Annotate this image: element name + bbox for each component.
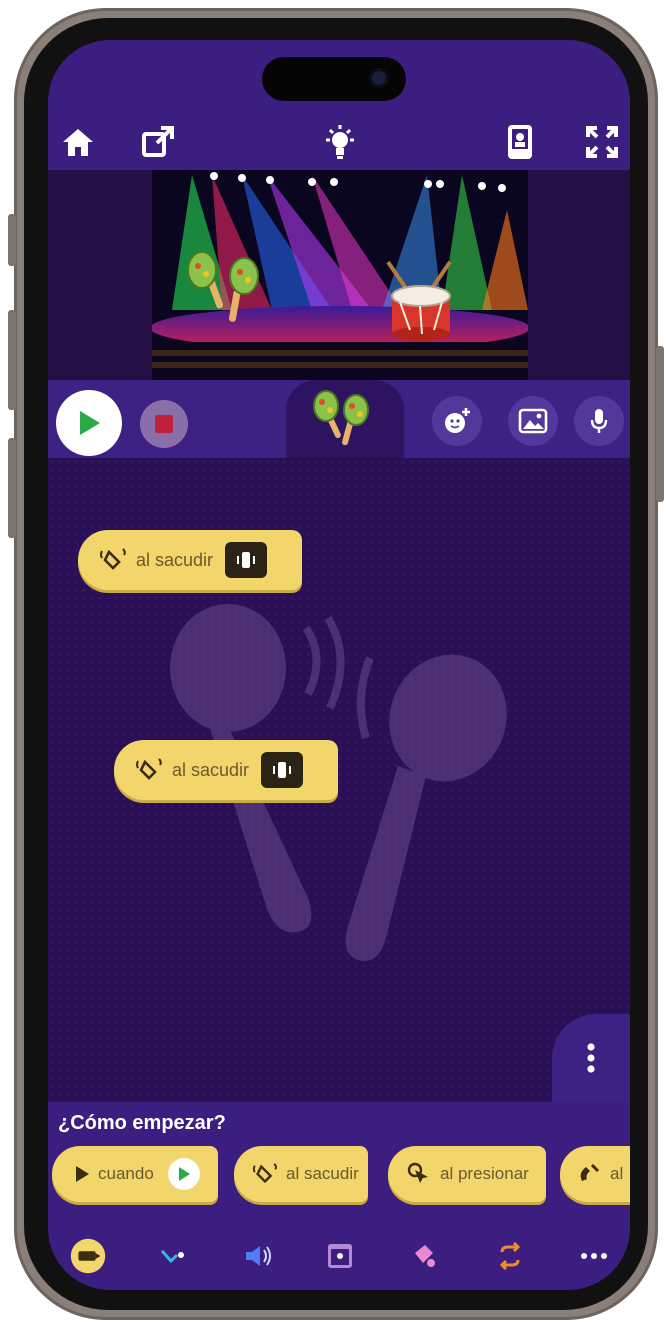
fullscreen-icon[interactable] — [582, 122, 622, 162]
phone-preview-icon[interactable] — [500, 122, 540, 162]
shake-event-block[interactable]: al sacudir — [114, 740, 338, 800]
stage-area — [48, 170, 630, 380]
shake-event-block[interactable]: al sacudir — [78, 530, 302, 590]
status-bar — [48, 40, 630, 114]
sound-record-button[interactable] — [574, 396, 624, 446]
motion-icon — [160, 1249, 184, 1264]
play-icon — [80, 411, 100, 435]
top-toolbar — [48, 114, 630, 170]
palette-block-label: al sacudir — [286, 1164, 359, 1183]
stop-icon — [155, 415, 173, 433]
power-button — [656, 346, 664, 502]
background-button[interactable] — [508, 396, 558, 446]
concert-stage-image[interactable] — [152, 170, 528, 380]
category-paint[interactable] — [402, 1236, 446, 1276]
bottom-panel: ¿Cómo empezar? cuando al sacudir al pres… — [48, 1102, 630, 1290]
shake-icon — [252, 1163, 277, 1184]
howto-title: ¿Cómo empezar? — [58, 1112, 226, 1134]
add-character-icon — [445, 408, 470, 433]
volume-down-button — [8, 438, 16, 538]
add-character-button[interactable] — [432, 396, 482, 446]
share-icon[interactable] — [138, 122, 178, 162]
category-sound[interactable] — [236, 1236, 280, 1276]
paint-icon — [415, 1245, 435, 1267]
category-more[interactable] — [572, 1236, 616, 1276]
press-icon — [407, 1162, 428, 1183]
palette-block-al-presionar[interactable]: al presionar — [388, 1146, 546, 1202]
lightbulb-icon[interactable] — [320, 122, 360, 162]
palette-block-label: al presionar — [440, 1164, 529, 1183]
home-icon[interactable] — [58, 122, 98, 162]
block-label: al sacudir — [172, 759, 250, 780]
front-camera — [372, 71, 386, 85]
vibrate-icon[interactable] — [261, 752, 304, 788]
play-icon — [76, 1166, 89, 1182]
more-vertical-icon — [587, 1043, 595, 1073]
controls-bar — [48, 380, 630, 474]
canvas-menu-button[interactable] — [552, 1014, 630, 1102]
app-screen: al sacudir al sacudir ¿Cómo empezar? cua… — [48, 40, 630, 1290]
category-motion[interactable] — [152, 1236, 196, 1276]
palette-block-al-sacudir[interactable]: al sacudir — [234, 1146, 368, 1202]
shake-icon — [98, 545, 128, 575]
green-flag-icon — [167, 1158, 200, 1190]
events-icon — [70, 1238, 106, 1274]
block-label: al sacudir — [136, 549, 214, 570]
dynamic-island — [262, 57, 406, 101]
play-button[interactable] — [56, 390, 122, 456]
shake-icon — [134, 755, 164, 785]
palette-block-al[interactable]: al — [560, 1146, 630, 1202]
category-control[interactable] — [488, 1236, 532, 1276]
category-events[interactable] — [66, 1236, 110, 1276]
selected-sprite-tab[interactable] — [286, 380, 404, 458]
more-icon — [581, 1253, 607, 1259]
mute-switch — [8, 214, 16, 266]
vibrate-icon[interactable] — [225, 542, 268, 578]
image-icon — [518, 408, 548, 434]
control-icon — [499, 1242, 521, 1270]
microphone-icon — [590, 409, 608, 433]
palette-block-label: al — [610, 1164, 624, 1183]
magnet-icon — [580, 1163, 600, 1181]
category-looks[interactable] — [318, 1236, 362, 1276]
stop-button[interactable] — [140, 400, 188, 448]
category-bar — [48, 1230, 630, 1284]
code-canvas[interactable]: al sacudir al sacudir — [48, 458, 630, 1102]
volume-up-button — [8, 310, 16, 410]
palette-block-label: cuando — [98, 1164, 154, 1183]
palette-block-cuando[interactable]: cuando — [52, 1146, 218, 1202]
maracas-icon — [313, 390, 369, 446]
looks-icon — [328, 1244, 352, 1268]
sound-icon — [246, 1246, 271, 1266]
block-palette: cuando al sacudir al presionar al — [48, 1146, 630, 1224]
